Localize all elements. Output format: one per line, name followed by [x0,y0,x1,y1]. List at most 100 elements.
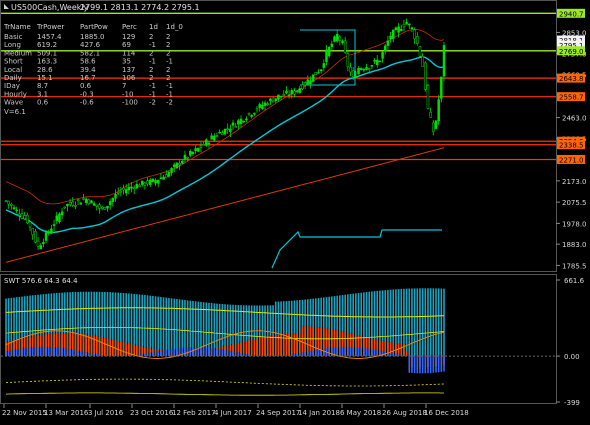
candle-body [138,184,141,187]
candle-body [106,205,109,209]
candle-body [189,150,192,156]
candle-body [405,22,408,25]
candle-body [132,187,136,190]
candle-body [311,74,315,82]
table-cell: 619.2 [37,41,57,49]
candle-body [205,139,208,146]
candle-body [338,36,342,41]
candle-body [76,199,80,202]
table-cell: Daily [4,74,22,82]
table-cell: 129 [122,33,135,41]
candle-body [44,232,48,241]
candle-body [119,190,123,193]
candle-body [79,202,83,205]
candle-body [26,214,29,224]
time-axis: 22 Nov 201513 Mar 2016 3 Jul 2016 23 Oct 2… [2,404,469,417]
candle-body [42,242,45,244]
candle-body [247,112,251,115]
symbol-header: US500Cash,Weekly 2799.1 2813.1 2774.2 27… [4,3,200,12]
candle-body [343,40,347,54]
trading-chart-window[interactable]: US500Cash,Weekly 2799.1 2813.1 2774.2 27… [0,0,590,421]
version-label: V=6.1 [4,108,26,116]
table-cell: 509.1 [37,49,57,57]
time-tick-label: 14 Jan 2018 [298,409,340,417]
candle-body [234,126,237,128]
table-cell: 39.4 [80,66,96,74]
table-cell: -100 [122,99,138,107]
candle-body [325,49,328,62]
candle-body [239,118,243,125]
candle-body [418,46,422,57]
price-label-text: 2271.0 [559,156,584,164]
table-cell: Long [4,41,21,49]
candle-body [36,240,40,247]
price-tick-label: 1785.5 [562,262,587,270]
candle-body [7,200,10,205]
table-cell: -1 [149,82,156,90]
time-tick-label: 12 Feb 2017 [172,409,216,417]
candle-body [202,143,205,146]
candle-body [98,204,101,209]
candle-body [231,122,235,126]
candle-body [181,160,184,164]
candle-body [386,40,390,46]
table-cell: 0.6 [80,82,92,90]
candle-body [84,198,88,203]
candle-body [429,111,432,118]
candle-body [39,245,42,250]
candle-body [151,178,155,182]
candle-body [282,94,286,96]
candle-body [108,201,112,206]
candle-body [100,206,104,209]
table-cell: 2 [149,74,153,82]
time-tick-label: 4 Jun 2017 [214,409,252,417]
table-cell: 2 [166,33,170,41]
candle-body [426,84,430,109]
candle-body [354,76,358,78]
candle-body [397,26,400,33]
candle-body [287,94,291,97]
candle-body [245,118,248,121]
candle-body [74,205,77,207]
candle-body [58,213,61,222]
table-cell: 2 [166,49,170,57]
candle-body [226,128,229,130]
candle-body [295,90,299,93]
candle-body [274,98,277,101]
candle-body [413,29,416,40]
candle-body [31,228,34,236]
candle-body [306,79,310,85]
table-cell: Hourly [4,90,27,98]
candle-body [162,176,165,180]
candle-body [52,224,56,226]
candle-body [389,35,392,40]
candle-body [15,209,18,212]
candle-body [277,94,280,100]
candle-body [416,36,419,44]
candle-body [408,23,411,26]
candle-body [261,105,264,109]
candle-body [143,182,147,186]
table-cell: 2 [166,74,170,82]
candle-body [124,189,128,194]
table-cell: 69 [122,41,131,49]
table-cell: 2 [149,49,153,57]
candle-body [156,179,160,184]
candle-body [440,76,443,99]
table-cell: -1 [166,58,173,66]
time-tick-label: 16 Dec 2018 [424,409,469,417]
candle-body [223,128,227,135]
candle-body [317,72,320,74]
candle-body [381,52,384,59]
price-tick-label: 2075.5 [562,199,587,207]
candle-body [242,120,245,123]
candle-body [258,104,261,108]
candle-body [82,198,85,200]
candle-body [341,40,344,44]
table-cell: 8.7 [37,82,48,90]
table-cell: -1 [149,41,156,49]
candle-body [130,186,133,189]
price-tick-label: 2173.0 [562,178,587,186]
candle-body [370,65,374,67]
time-tick-label: 3 Jul 2016 [88,409,124,417]
